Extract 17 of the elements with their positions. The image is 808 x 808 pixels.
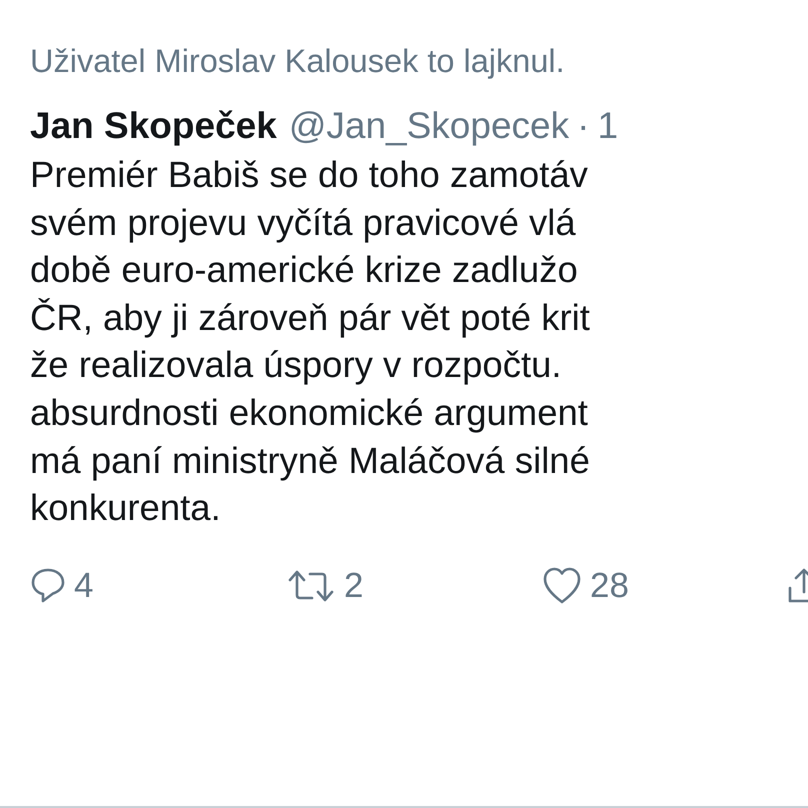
author-name[interactable]: Jan Skopeček [30, 103, 277, 149]
tweet-text-line: ČR, aby ji zároveň pár vět poté krit [30, 296, 591, 340]
tweet-text-line: svém projevu vyčítá pravicové vlá [30, 200, 577, 245]
tweet-text-line: době euro-americké krize zadlužo [30, 248, 579, 292]
tweet-text-line: Premiér Babiš se do toho zamotáv [30, 153, 589, 197]
tweet-text-line: má paní ministryně Maláčová silné [30, 438, 591, 483]
heart-icon[interactable] [542, 566, 582, 606]
reply-count: 4 [74, 566, 94, 606]
like-count: 28 [590, 566, 629, 606]
tweet-text-line: absurdnosti ekonomické argument [30, 390, 589, 435]
tweet-text-line: konkurenta. [30, 486, 222, 530]
tweet-text-line: že realizovala úspory v rozpočtu. [30, 343, 563, 388]
retweet-count: 2 [344, 566, 364, 606]
tweet-time[interactable]: 1 [597, 103, 618, 149]
separator-dot: · [577, 104, 590, 148]
social-context: Uživatel Miroslav Kalousek to lajknul. [30, 42, 566, 81]
author-handle[interactable]: @Jan_Skopecek [288, 103, 570, 149]
